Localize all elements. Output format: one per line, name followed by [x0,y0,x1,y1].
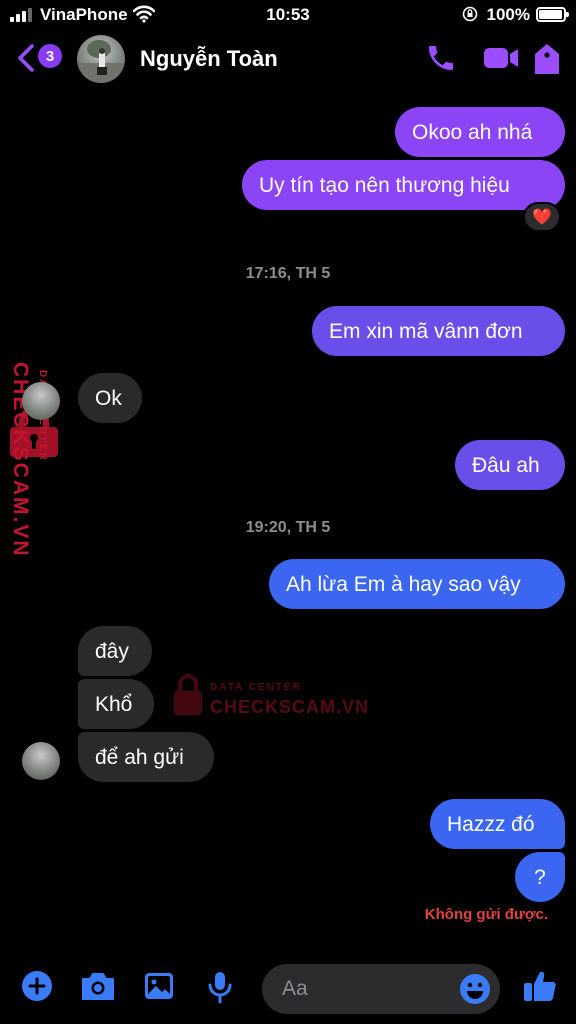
message-bubble-outgoing[interactable]: Em xin mã vânn đơn [312,306,565,356]
message-input[interactable] [282,964,452,1014]
message-bubble-outgoing[interactable]: Uy tín tạo nên thương hiệu [242,160,565,210]
message-bubble-outgoing[interactable]: Hazzz đó [430,799,565,849]
message-bubble-incoming[interactable]: Khổ [78,679,154,729]
rotation-lock-icon [462,6,478,22]
message-bubble-outgoing[interactable]: ? [515,852,565,902]
watermark-brand: CHECKSCAM.VN [210,697,370,717]
status-bar: VinaPhone 10:53 100% [0,0,576,30]
heart-reaction[interactable]: ❤️ [523,202,561,232]
composer-bar [0,960,576,1020]
contact-avatar-small[interactable] [22,742,60,780]
contact-avatar-small[interactable] [22,382,60,420]
emoji-icon[interactable] [458,972,492,1006]
contact-name[interactable]: Nguyễn Toàn [140,46,278,72]
message-bubble-outgoing[interactable]: Ah lừa Em à hay sao vậy [269,559,565,609]
message-bubble-outgoing[interactable]: Đâu ah [455,440,565,490]
tag-icon[interactable] [533,42,561,76]
message-bubble-incoming[interactable]: để ah gửi [78,732,214,782]
watermark-tagline: DATA CENTER [210,682,302,693]
phone-call-icon[interactable] [425,42,457,74]
unread-badge[interactable]: 3 [38,44,62,68]
message-bubble-incoming[interactable]: Ok [78,373,142,423]
gallery-icon[interactable] [143,970,175,1002]
chat-timestamp: 19:20, TH 5 [245,519,331,536]
message-input-container[interactable] [262,964,500,1014]
thumbs-up-icon[interactable] [522,968,558,1004]
chat-header: 3 Nguyễn Toàn [0,30,576,90]
add-circle-icon[interactable] [21,970,53,1002]
video-call-icon[interactable] [482,42,520,74]
camera-icon[interactable] [80,970,116,1002]
contact-avatar[interactable] [77,35,125,83]
microphone-icon[interactable] [206,970,234,1004]
battery-icon [536,7,569,22]
chat-timestamp: 17:16, TH 5 [245,265,331,282]
send-error-text[interactable]: Không gửi được. [425,906,548,923]
message-bubble-incoming[interactable]: đây [78,626,152,676]
message-bubble-outgoing[interactable]: Okoo ah nhá [395,107,565,157]
battery-percent: 100% [486,5,530,24]
